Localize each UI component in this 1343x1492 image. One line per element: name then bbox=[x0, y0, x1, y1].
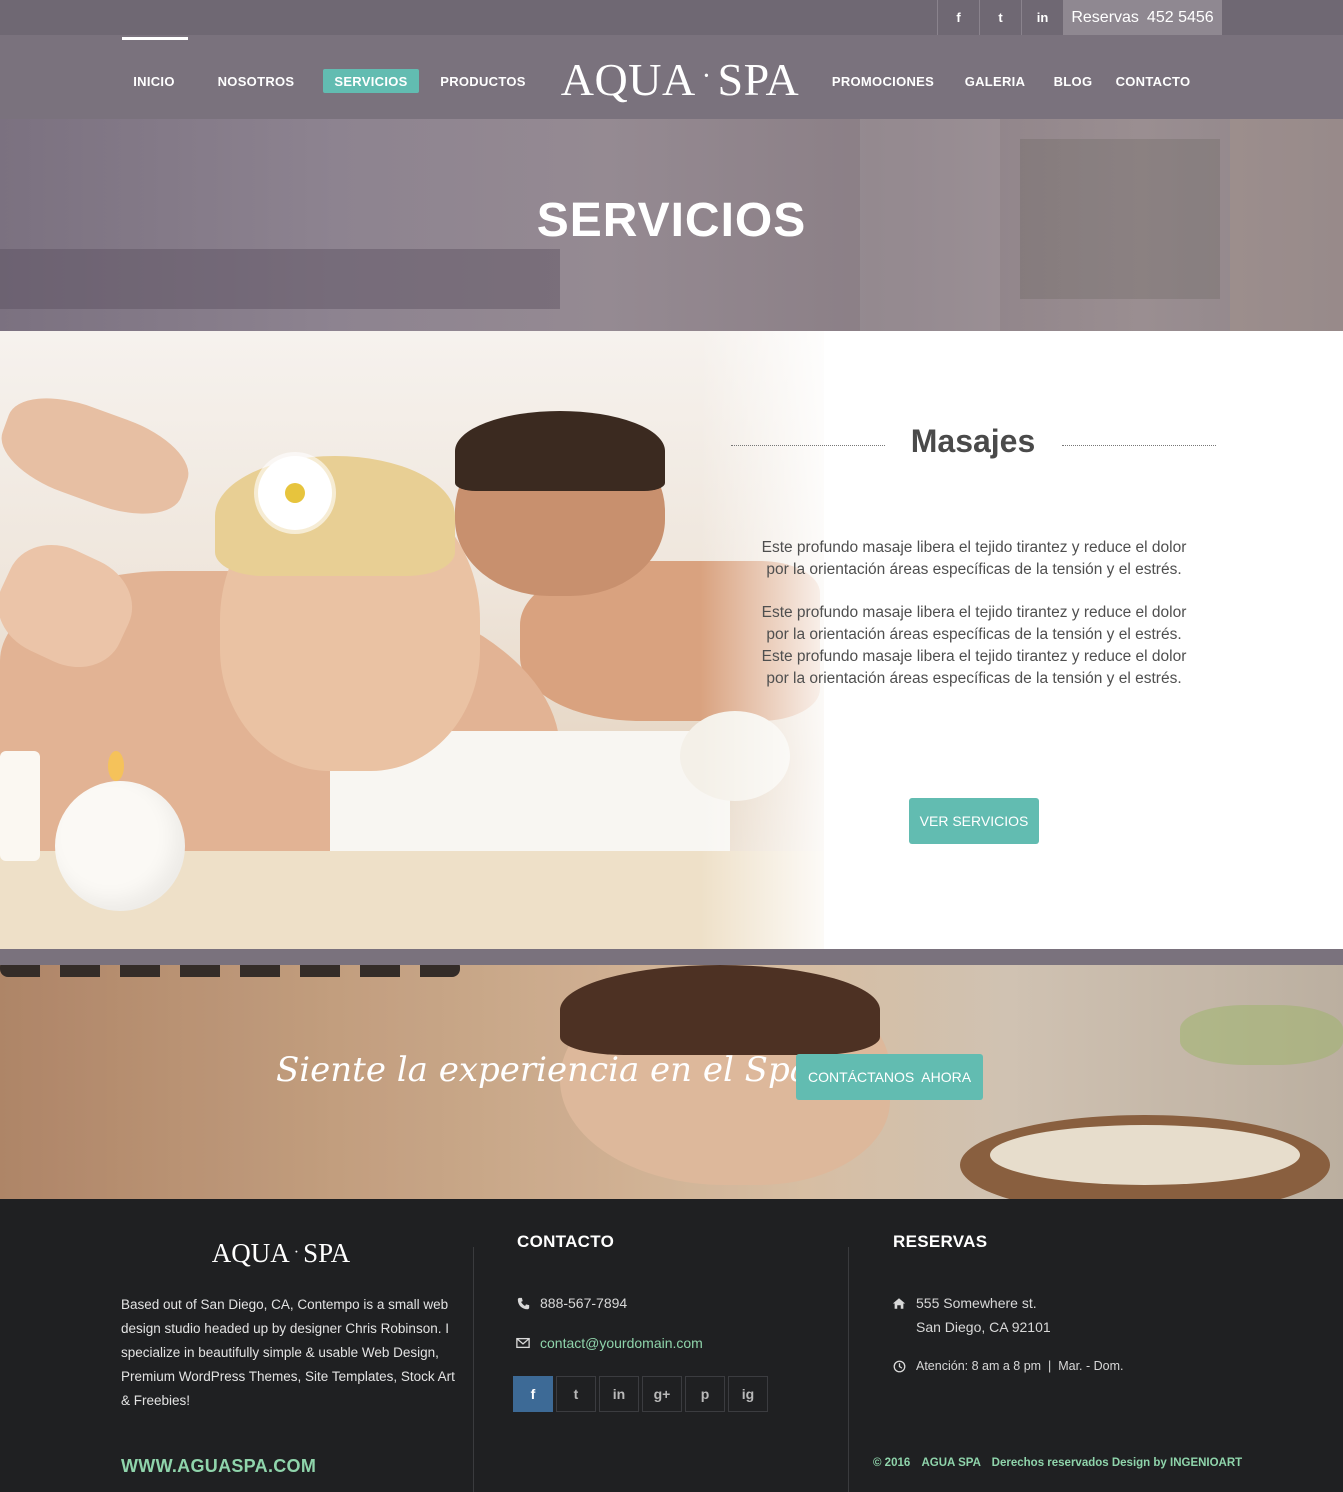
nav-item-promociones[interactable]: PROMOCIONES bbox=[828, 69, 938, 93]
opening-hours: Atención: 8 am a 8 pm | Mar. - Dom. bbox=[892, 1359, 1124, 1373]
instagram-icon[interactable]: ig bbox=[728, 1376, 768, 1412]
facebook-icon[interactable]: f bbox=[513, 1376, 553, 1412]
photo-shape bbox=[455, 411, 665, 491]
nav-item-contacto[interactable]: CONTACTO bbox=[1112, 69, 1194, 93]
page-hero: SERVICIOS bbox=[0, 119, 1343, 331]
logo-dot: · bbox=[701, 61, 712, 92]
nav-item-productos[interactable]: PRODUCTOS bbox=[437, 69, 529, 93]
contact-phone: 888-567-7894 bbox=[516, 1295, 627, 1311]
main-nav: INICIO NOSOTROS SERVICIOS PRODUCTOS AQUA… bbox=[0, 35, 1343, 119]
photo-shape bbox=[0, 381, 200, 531]
facebook-icon[interactable]: f bbox=[937, 0, 979, 35]
logo-dot: · bbox=[293, 1244, 300, 1261]
divider-right bbox=[1062, 445, 1216, 446]
nav-item-galeria[interactable]: GALERIA bbox=[961, 69, 1029, 93]
site-logo[interactable]: AQUA · SPA bbox=[560, 51, 800, 107]
clock-icon bbox=[892, 1359, 906, 1373]
address-city: San Diego, CA 92101 bbox=[916, 1319, 1051, 1335]
nav-indicator bbox=[122, 37, 188, 40]
photo-shape bbox=[215, 456, 455, 576]
copyright-brand: AGUA SPA bbox=[921, 1457, 981, 1469]
reservations-label: Reservas bbox=[1071, 8, 1139, 26]
logo-word-aqua: AQUA bbox=[560, 53, 696, 105]
section-title: Masajes bbox=[910, 423, 1036, 459]
footer-divider bbox=[848, 1247, 849, 1492]
contacto-heading: CONTACTO bbox=[517, 1232, 615, 1251]
description-paragraph: Este profundo masaje libera el tejido ti… bbox=[761, 539, 1187, 578]
reservations-phone[interactable]: Reservas 452 5456 bbox=[1063, 0, 1222, 35]
nav-item-servicios[interactable]: SERVICIOS bbox=[323, 69, 419, 93]
description-paragraph: Este profundo masaje libera el tejido ti… bbox=[761, 604, 1187, 687]
flame-shape bbox=[108, 751, 124, 781]
phone-number: 888-567-7894 bbox=[540, 1295, 628, 1311]
ver-servicios-button[interactable]: VER SERVICIOS bbox=[909, 798, 1039, 844]
masajes-section: Masajes Este profundo masaje libera el t… bbox=[0, 331, 1343, 949]
banner-tagline: Siente la experiencia en el Spa bbox=[276, 1050, 811, 1090]
logo-word-spa: SPA bbox=[717, 53, 800, 105]
copyright-year: © 2016 bbox=[873, 1457, 911, 1469]
nav-item-blog[interactable]: BLOG bbox=[1050, 69, 1096, 93]
address-line-1: 555 Somewhere st. bbox=[892, 1295, 1037, 1311]
cta-banner: Siente la experiencia en el Spa CONTÁCTA… bbox=[0, 965, 1343, 1199]
nav-item-nosotros[interactable]: NOSOTROS bbox=[213, 69, 299, 93]
hero-bg-shape bbox=[0, 249, 560, 309]
email-address: contact@yourdomain.com bbox=[540, 1335, 703, 1351]
candle-shape bbox=[0, 751, 40, 861]
footer-divider bbox=[473, 1247, 474, 1492]
candle-shape bbox=[55, 781, 185, 911]
page-title: SERVICIOS bbox=[536, 194, 807, 247]
site-footer: AQUA · SPA Based out of San Diego, CA, C… bbox=[0, 1199, 1343, 1492]
address-street: 555 Somewhere st. bbox=[916, 1295, 1037, 1311]
hours-text: Atención: 8 am a 8 pm | Mar. - Dom. bbox=[916, 1359, 1124, 1373]
google-plus-icon[interactable]: g+ bbox=[642, 1376, 682, 1412]
address-line-2: San Diego, CA 92101 bbox=[916, 1319, 1051, 1335]
massage-photo bbox=[0, 331, 824, 949]
section-separator bbox=[0, 949, 1343, 965]
copyright-rights: Derechos reservados Design by INGENIOART bbox=[991, 1457, 1243, 1469]
nav-item-inicio[interactable]: INICIO bbox=[122, 69, 186, 93]
twitter-icon[interactable]: t bbox=[556, 1376, 596, 1412]
footer-about: Based out of San Diego, CA, Contempo is … bbox=[121, 1297, 455, 1408]
linkedin-icon[interactable]: in bbox=[1021, 0, 1063, 35]
contact-now-button[interactable]: CONTÁCTANOS AHORA bbox=[796, 1054, 983, 1100]
logo-word-spa: SPA bbox=[303, 1237, 351, 1268]
pinterest-icon[interactable]: p bbox=[685, 1376, 725, 1412]
logo-word-aqua: AQUA bbox=[211, 1237, 290, 1268]
divider-left bbox=[731, 445, 885, 446]
phone-icon bbox=[516, 1296, 530, 1310]
copyright: © 2016 AGUA SPA Derechos reservados Desi… bbox=[873, 1457, 1242, 1469]
envelope-icon bbox=[516, 1336, 530, 1350]
section-description: Este profundo masaje libera el tejido ti… bbox=[757, 537, 1191, 690]
website-link[interactable]: WWW.AGUASPA.COM bbox=[121, 1456, 316, 1477]
top-bar: f t in Reservas 452 5456 bbox=[0, 0, 1343, 35]
flower-shape bbox=[285, 483, 305, 503]
home-icon bbox=[892, 1296, 906, 1310]
linkedin-icon[interactable]: in bbox=[599, 1376, 639, 1412]
reservas-heading: RESERVAS bbox=[893, 1232, 988, 1251]
footer-logo[interactable]: AQUA · SPA bbox=[196, 1235, 366, 1271]
twitter-icon[interactable]: t bbox=[979, 0, 1021, 35]
contact-email[interactable]: contact@yourdomain.com bbox=[516, 1335, 703, 1351]
reservations-number: 452 5456 bbox=[1146, 8, 1214, 26]
